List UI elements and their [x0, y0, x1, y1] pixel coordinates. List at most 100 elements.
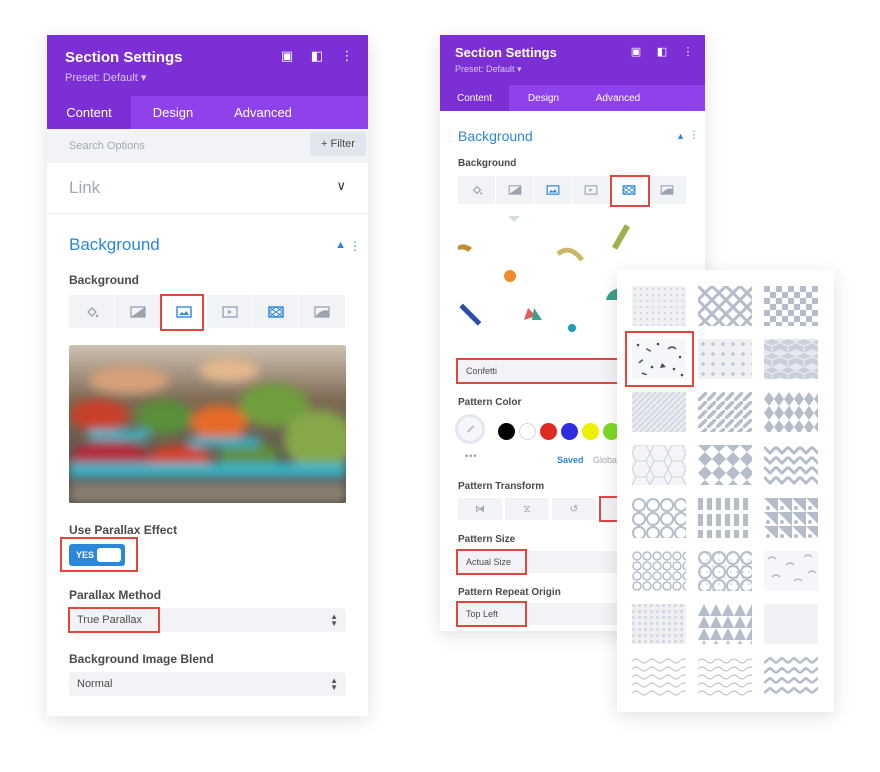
- expand-icon[interactable]: ▣: [623, 44, 649, 58]
- mask-icon: [660, 185, 674, 195]
- pattern-tile-zigzag[interactable]: [764, 657, 818, 697]
- bg-color-tab[interactable]: [69, 295, 115, 328]
- background-type-tabs: [69, 295, 346, 328]
- background-section-title[interactable]: Background: [458, 128, 533, 144]
- saved-colors-tab[interactable]: Saved: [557, 455, 584, 465]
- highlight-pattern-tab: [610, 175, 650, 207]
- pattern-tile-cubes[interactable]: [764, 339, 818, 379]
- swatch-white[interactable]: [519, 423, 536, 440]
- video-icon: [221, 305, 238, 318]
- tab-advanced[interactable]: Advanced: [578, 85, 658, 111]
- expand-icon[interactable]: ▣: [272, 48, 302, 64]
- pattern-tile-waves[interactable]: [632, 657, 686, 697]
- background-section-title[interactable]: Background: [69, 235, 160, 255]
- panel-header: Section Settings Preset: Default ▾ ▣ ◧ ⋮: [440, 35, 705, 85]
- tab-content[interactable]: Content: [47, 96, 131, 129]
- chevron-down-icon: ∨: [336, 178, 346, 193]
- tab-advanced[interactable]: Advanced: [215, 96, 311, 129]
- preset-selector[interactable]: Preset: Default ▾: [455, 64, 522, 75]
- bg-video-tab[interactable]: [572, 176, 610, 204]
- pattern-tile-triangles[interactable]: [698, 604, 752, 644]
- gradient-icon: [129, 305, 146, 318]
- filter-button[interactable]: + Filter: [310, 132, 366, 156]
- market-produce-photo: [69, 345, 346, 503]
- tab-design[interactable]: Design: [131, 96, 215, 129]
- panel-header: Section Settings Preset: Default ▾ ▣ ◧ ⋮: [47, 35, 368, 96]
- blend-label: Background Image Blend: [69, 652, 214, 666]
- split-view-icon[interactable]: ◧: [302, 48, 332, 64]
- parallax-label: Use Parallax Effect: [69, 523, 178, 537]
- color-picker-button[interactable]: [455, 414, 485, 444]
- swatch-yellow[interactable]: [582, 423, 599, 440]
- section-more-icon[interactable]: ⋮: [689, 130, 699, 141]
- bg-pattern-tab[interactable]: [253, 295, 299, 328]
- blend-select[interactable]: Normal ▲ ▼: [69, 672, 346, 696]
- bg-gradient-tab[interactable]: [496, 176, 534, 204]
- pattern-color-label: Pattern Color: [458, 397, 522, 408]
- pattern-tile-checkerboard[interactable]: [764, 286, 818, 326]
- rotate-icon[interactable]: ↺: [552, 498, 596, 520]
- background-label: Background: [458, 158, 517, 169]
- pattern-tile-squiggles[interactable]: [764, 551, 818, 591]
- swatch-blue[interactable]: [561, 423, 578, 440]
- pattern-tile-herringbone[interactable]: [764, 445, 818, 485]
- swatch-black[interactable]: [498, 423, 515, 440]
- bg-image-tab[interactable]: [534, 176, 572, 204]
- bg-color-tab[interactable]: [458, 176, 496, 204]
- search-input[interactable]: Search Options: [69, 140, 145, 152]
- pattern-gallery: [617, 270, 834, 712]
- pattern-size-label: Pattern Size: [458, 534, 516, 545]
- blend-value: Normal: [77, 678, 113, 690]
- pattern-transform-label: Pattern Transform: [458, 481, 545, 492]
- chevron-up-icon[interactable]: ▲: [335, 239, 346, 251]
- tab-content[interactable]: Content: [440, 85, 509, 111]
- highlight-parallax-method: [68, 607, 160, 633]
- background-type-tabs: [458, 176, 686, 204]
- flip-vertical-icon[interactable]: ⧖: [505, 498, 549, 520]
- flip-horizontal-icon[interactable]: ⧒: [458, 498, 502, 520]
- pattern-tile-faint[interactable]: [764, 604, 818, 644]
- pattern-tile-rings[interactable]: [698, 551, 752, 591]
- link-section-toggle[interactable]: Link ∨: [47, 164, 368, 214]
- image-icon: [546, 185, 559, 195]
- pattern-tile-ripples[interactable]: [698, 657, 752, 697]
- pattern-tile-small-grid[interactable]: [632, 604, 686, 644]
- split-view-icon[interactable]: ◧: [649, 44, 675, 58]
- pattern-tile-diamonds[interactable]: [764, 392, 818, 432]
- pattern-tile-dots[interactable]: [632, 286, 686, 326]
- section-more-icon[interactable]: ⋮: [349, 239, 361, 253]
- pattern-tile-plus[interactable]: [698, 339, 752, 379]
- global-colors-tab[interactable]: Globa: [593, 455, 617, 465]
- bg-mask-tab[interactable]: [299, 295, 345, 328]
- search-bar: Search Options + Filter: [47, 129, 368, 163]
- panel-title: Section Settings: [455, 45, 557, 60]
- more-options-icon[interactable]: ⋮: [675, 44, 701, 58]
- more-options-icon[interactable]: ⋮: [332, 48, 362, 64]
- pattern-tile-crosshatch[interactable]: [698, 286, 752, 326]
- pattern-tile-diagonal-stripes[interactable]: [698, 392, 752, 432]
- pattern-tile-bars[interactable]: [698, 498, 752, 538]
- pattern-tile-circles[interactable]: [632, 498, 686, 538]
- background-image-preview[interactable]: [69, 345, 346, 503]
- pattern-icon: [267, 305, 284, 318]
- highlight-confetti-tile: [625, 331, 694, 387]
- tab-bar: Content Design Advanced: [440, 85, 705, 111]
- pattern-tile-triangles-grid[interactable]: [698, 445, 752, 485]
- paint-bucket-icon: [472, 185, 482, 195]
- pattern-tile-scales[interactable]: [632, 551, 686, 591]
- mask-icon: [314, 305, 330, 318]
- panel-title: Section Settings: [65, 49, 183, 66]
- highlight-pattern-select: [456, 358, 636, 384]
- swatch-red[interactable]: [540, 423, 557, 440]
- chevron-up-icon[interactable]: ▲: [676, 131, 685, 141]
- bg-mask-tab[interactable]: [648, 176, 686, 204]
- more-colors-icon[interactable]: •••: [465, 451, 477, 461]
- bg-gradient-tab[interactable]: [115, 295, 161, 328]
- pattern-tile-thin-stripes[interactable]: [632, 392, 686, 432]
- bg-video-tab[interactable]: [207, 295, 253, 328]
- pattern-tile-quarters[interactable]: [764, 498, 818, 538]
- preset-selector[interactable]: Preset: Default ▾: [65, 71, 146, 84]
- tab-design[interactable]: Design: [509, 85, 578, 111]
- highlight-pattern-size: [456, 549, 527, 575]
- pattern-tile-hexagons[interactable]: [632, 445, 686, 485]
